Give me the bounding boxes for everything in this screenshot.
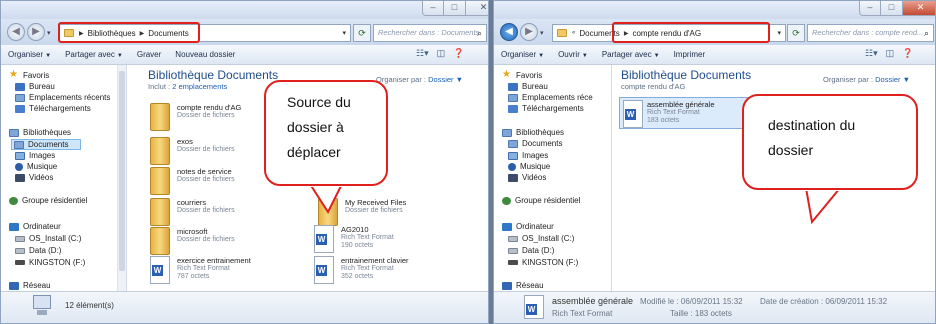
callout-destination-line-2: dossier (768, 142, 814, 158)
callout-tail-destination (804, 187, 843, 225)
callout-source-line-1: Source du (287, 94, 351, 110)
callout-source-line-3: déplacer (287, 144, 341, 160)
callout-source-line-2: dossier à (287, 119, 344, 135)
callout-tail-source (308, 183, 344, 215)
callout-destination-line-1: destination du (768, 117, 856, 133)
